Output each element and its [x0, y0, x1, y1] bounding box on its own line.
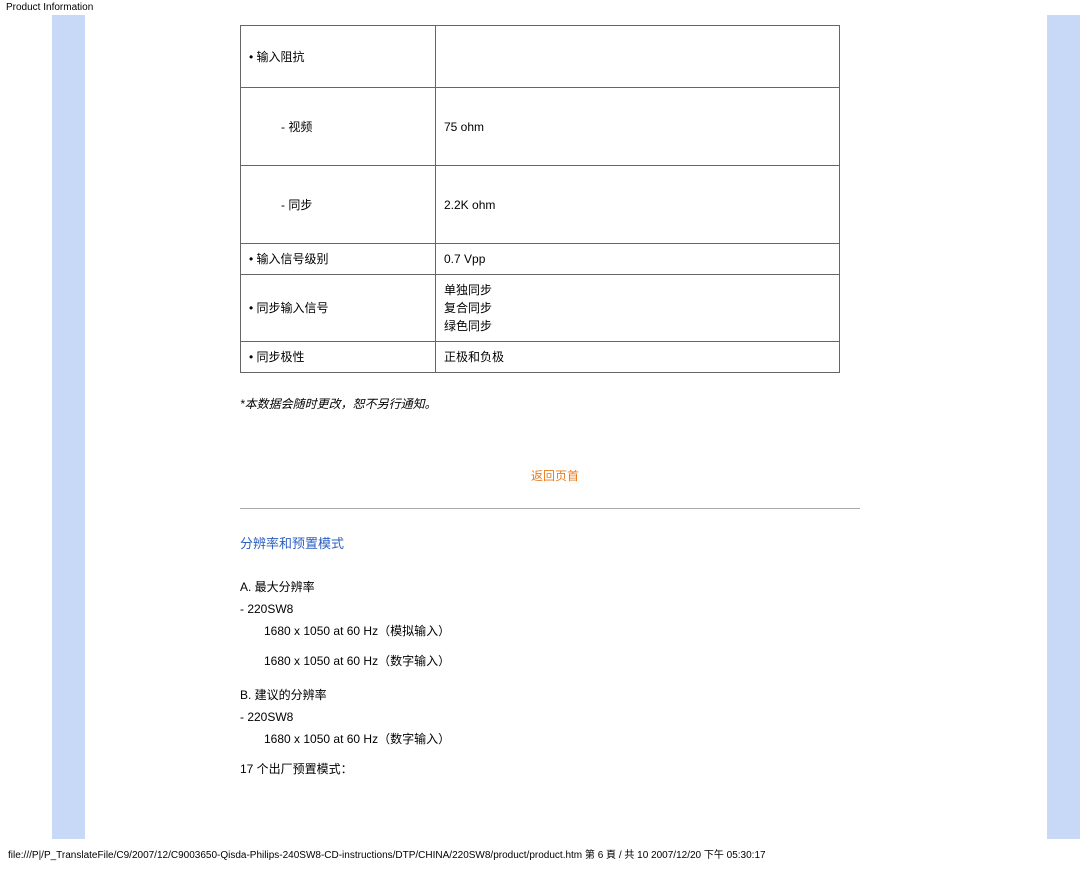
page-header-label: Product Information	[0, 0, 1080, 15]
table-row: 单独同步 复合同步 绿色同步	[436, 275, 840, 342]
table-row: 75 ohm	[436, 88, 840, 166]
rec-res-digital: 1680 x 1050 at 60 Hz（数字输入）	[240, 730, 870, 748]
left-decor-band	[52, 15, 85, 839]
table-row: - 同步	[241, 166, 436, 244]
rec-res-label: B. 建议的分辨率	[240, 686, 870, 704]
footer-path: file:///P|/P_TranslateFile/C9/2007/12/C9…	[0, 842, 1080, 869]
section-title-resolution: 分辨率和预置模式	[240, 533, 870, 552]
change-notice: *本数据会随时更改，恕不另行通知。	[240, 395, 870, 412]
factory-preset-modes: 17 个出厂预置模式：	[240, 760, 870, 778]
right-decor-band	[1047, 15, 1080, 839]
sync-line: 绿色同步	[444, 317, 831, 335]
sync-line: 复合同步	[444, 299, 831, 317]
main-content: • 输入阻抗 - 视频 75 ohm - 同步 2.2K ohm • 输入信号级…	[240, 15, 870, 842]
table-row: - 视频	[241, 88, 436, 166]
rec-res-model: - 220SW8	[240, 708, 870, 726]
table-row: • 同步极性	[241, 342, 436, 373]
max-res-label: A. 最大分辨率	[240, 578, 870, 596]
back-to-top-link[interactable]: 返回页首	[255, 467, 855, 484]
table-row: • 同步输入信号	[241, 275, 436, 342]
max-res-model: - 220SW8	[240, 600, 870, 618]
sync-line: 单独同步	[444, 281, 831, 299]
table-row: 2.2K ohm	[436, 166, 840, 244]
table-row: 0.7 Vpp	[436, 244, 840, 275]
max-res-analog: 1680 x 1050 at 60 Hz（模拟输入）	[240, 622, 870, 640]
table-row: • 输入信号级别	[241, 244, 436, 275]
back-to-top-text[interactable]: 返回页首	[531, 469, 579, 483]
table-row: • 输入阻抗	[241, 26, 436, 88]
max-res-digital: 1680 x 1050 at 60 Hz（数字输入）	[240, 652, 870, 670]
table-row	[436, 26, 840, 88]
spec-table: • 输入阻抗 - 视频 75 ohm - 同步 2.2K ohm • 输入信号级…	[240, 25, 840, 373]
resolution-block: A. 最大分辨率 - 220SW8 1680 x 1050 at 60 Hz（模…	[240, 578, 870, 778]
table-row: 正极和负极	[436, 342, 840, 373]
divider	[240, 508, 860, 509]
